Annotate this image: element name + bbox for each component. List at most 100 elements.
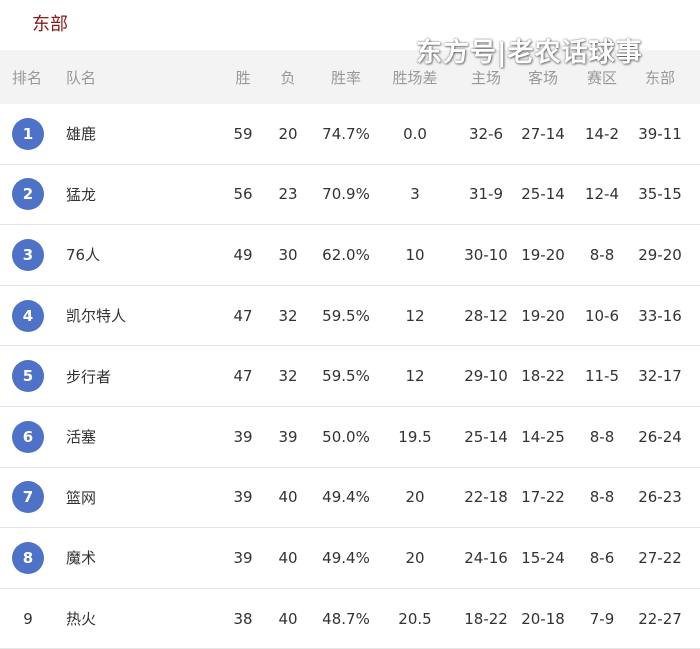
pct-cell: 49.4% <box>322 548 370 567</box>
losses-cell: 39 <box>278 427 298 446</box>
away-record-cell: 20-18 <box>521 609 565 628</box>
wins-cell: 59 <box>233 124 253 143</box>
conference-record-cell: 26-23 <box>638 488 682 507</box>
away-record-cell: 18-22 <box>521 367 565 386</box>
away-record-cell: 15-24 <box>521 548 565 567</box>
gb-cell: 20 <box>405 488 425 507</box>
gb-cell: 12 <box>405 306 425 325</box>
conference-record-cell: 22-27 <box>638 609 682 628</box>
home-record-cell: 32-6 <box>468 124 504 143</box>
page-title: 东部 <box>32 14 68 35</box>
conference-record-cell: 29-20 <box>638 245 682 264</box>
wins-cell: 47 <box>233 306 253 325</box>
conference-record-cell: 35-15 <box>638 185 682 204</box>
division-record-cell: 8-6 <box>589 548 615 567</box>
home-record-cell: 31-9 <box>468 185 504 204</box>
division-record-cell: 8-8 <box>589 427 615 446</box>
pct-cell: 48.7% <box>322 609 370 628</box>
losses-cell: 32 <box>278 367 298 386</box>
gb-cell: 0.0 <box>403 124 427 143</box>
table-row: 4 凯尔特人 47 32 59.5% 12 28-12 19-20 10-6 33-16 <box>0 286 700 347</box>
losses-cell: 40 <box>278 488 298 507</box>
wins-cell: 47 <box>233 367 253 386</box>
table-row: 6 活塞 39 39 50.0% 19.5 25-14 14-25 8-8 26-24 <box>0 407 700 468</box>
pct-cell: 62.0% <box>322 245 370 264</box>
gb-cell: 10 <box>405 245 425 264</box>
away-record-cell: 17-22 <box>521 488 565 507</box>
losses-cell: 32 <box>278 306 298 325</box>
conference-record-cell: 33-16 <box>638 306 682 325</box>
home-record-cell: 24-16 <box>464 548 508 567</box>
conference-record-cell: 26-24 <box>638 427 682 446</box>
rank-badge: 7 <box>12 481 44 514</box>
rank-cell: 1 <box>0 104 56 164</box>
conference-record-cell: 32-17 <box>638 367 682 386</box>
home-record-cell: 28-12 <box>464 306 508 325</box>
division-record-cell: 8-8 <box>589 245 615 264</box>
table-row: 8 魔术 39 40 49.4% 20 24-16 15-24 8-6 27-22 <box>0 528 700 589</box>
wins-cell: 39 <box>233 427 253 446</box>
away-record-cell: 19-20 <box>521 245 565 264</box>
standings-table: 排名 队名 胜 负 胜率 胜场差 主场 客场 赛区 东部 1 雄鹿 59 20 74.7… <box>0 50 700 649</box>
home-record-cell: 30-10 <box>464 245 508 264</box>
away-record-cell: 25-14 <box>521 185 565 204</box>
home-record-cell: 22-18 <box>464 488 508 507</box>
rank-cell: 4 <box>0 286 56 346</box>
watermark: 东方号|老农话球事 <box>416 38 643 68</box>
table-row: 1 雄鹿 59 20 74.7% 0.0 32-6 27-14 14-2 39-11 <box>0 104 700 165</box>
rank-badge: 8 <box>12 541 44 574</box>
away-record-cell: 19-20 <box>521 306 565 325</box>
header-wins: 胜 <box>235 68 251 87</box>
rank-cell: 3 <box>0 225 56 285</box>
division-record-cell: 11-5 <box>584 367 620 386</box>
pct-cell: 59.5% <box>322 367 370 386</box>
pct-cell: 70.9% <box>322 185 370 204</box>
rank-cell: 7 <box>0 468 56 528</box>
rank-cell: 6 <box>0 407 56 467</box>
wins-cell: 38 <box>233 609 253 628</box>
gb-cell: 20 <box>405 548 425 567</box>
division-record-cell: 14-2 <box>584 124 620 143</box>
rank-badge: 3 <box>12 238 44 271</box>
table-row: 7 篮网 39 40 49.4% 20 22-18 17-22 8-8 26-23 <box>0 468 700 529</box>
rank-badge: 5 <box>12 360 44 393</box>
team-name-cell: 76人 <box>66 246 101 265</box>
rank-cell: 5 <box>0 346 56 406</box>
division-record-cell: 12-4 <box>584 185 620 204</box>
pct-cell: 50.0% <box>322 427 370 446</box>
pct-cell: 59.5% <box>322 306 370 325</box>
losses-cell: 30 <box>278 245 298 264</box>
home-record-cell: 18-22 <box>464 609 508 628</box>
rank-badge: 1 <box>12 117 44 150</box>
team-name-cell: 雄鹿 <box>66 125 97 144</box>
header-pct: 胜率 <box>330 68 361 87</box>
wins-cell: 56 <box>233 185 253 204</box>
team-name-cell: 活塞 <box>66 428 97 447</box>
table-row: 5 步行者 47 32 59.5% 12 29-10 18-22 11-5 32-17 <box>0 346 700 407</box>
home-record-cell: 25-14 <box>464 427 508 446</box>
rank-cell: 2 <box>0 165 56 225</box>
gb-cell: 20.5 <box>398 609 432 628</box>
conference-record-cell: 27-22 <box>638 548 682 567</box>
team-name-cell: 热火 <box>66 610 97 629</box>
losses-cell: 23 <box>278 185 298 204</box>
wins-cell: 39 <box>233 488 253 507</box>
rank-badge: 2 <box>12 178 44 211</box>
team-name-cell: 猛龙 <box>66 185 97 204</box>
team-name-cell: 步行者 <box>66 367 112 386</box>
away-record-cell: 27-14 <box>521 124 565 143</box>
rank-badge: 4 <box>12 299 44 332</box>
table-body: 1 雄鹿 59 20 74.7% 0.0 32-6 27-14 14-2 39-11 2 猛龙 56 23… <box>0 104 700 649</box>
losses-cell: 20 <box>278 124 298 143</box>
rank-number: 9 <box>23 609 33 628</box>
losses-cell: 40 <box>278 609 298 628</box>
gb-cell: 3 <box>410 185 420 204</box>
pct-cell: 49.4% <box>322 488 370 507</box>
division-record-cell: 8-8 <box>589 488 615 507</box>
gb-cell: 19.5 <box>398 427 432 446</box>
wins-cell: 39 <box>233 548 253 567</box>
division-record-cell: 10-6 <box>584 306 620 325</box>
header-team: 队名 <box>66 68 97 87</box>
pct-cell: 74.7% <box>322 124 370 143</box>
conference-record-cell: 39-11 <box>638 124 682 143</box>
